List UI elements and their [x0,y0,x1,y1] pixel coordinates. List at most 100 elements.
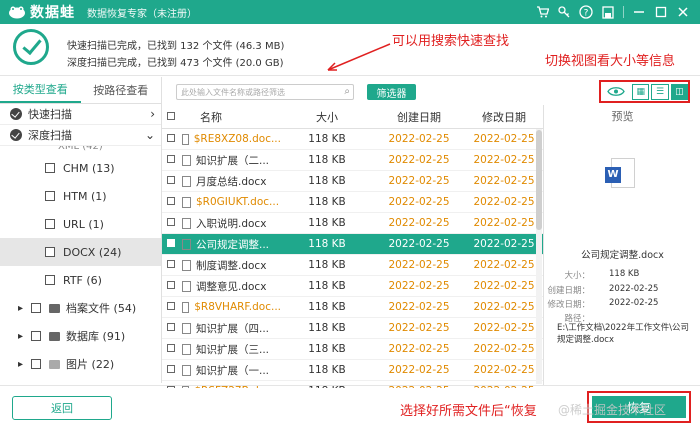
file-modified: 2022-02-25 [473,133,535,145]
table-row[interactable]: 调整意见.docx 118 KB 2022-02-25 2022-02-25 [162,276,543,297]
table-row[interactable]: 入职说明.docx 118 KB 2022-02-25 2022-02-25 [162,213,543,234]
file-modified: 2022-02-25 [473,238,535,250]
table-row[interactable]: $R8VHARF.doc... 118 KB 2022-02-25 2022-02-2… [162,297,543,318]
type-item-label: DOCX (24) [63,245,122,259]
file-name: 月度总结.docx [196,175,267,188]
list-view-icon[interactable]: ☰ [651,83,669,100]
row-checkbox[interactable] [167,197,175,205]
search-icon[interactable]: ⌕ [344,86,350,97]
preview-modified-label: 修改日期： [547,300,590,310]
chevron-down-icon[interactable]: ⌄ [145,128,155,142]
file-modified: 2022-02-25 [473,301,535,313]
row-checkbox[interactable] [167,365,175,373]
row-checkbox[interactable] [167,344,175,352]
file-modified: 2022-02-25 [473,280,535,292]
help-icon[interactable]: ? [575,0,597,24]
checkbox[interactable] [45,163,55,173]
chevron-right-icon[interactable]: ▸ [18,359,23,370]
category-archive[interactable]: ▸ 档案文件 (54) [0,294,161,322]
minimize-icon[interactable] [628,0,650,24]
search-input[interactable]: 此处输入文件名称或路径筛选 ⌕ [176,84,354,100]
row-checkbox[interactable] [167,281,175,289]
table-row[interactable]: 知识扩展（二... 118 KB 2022-02-25 2022-02-25 [162,150,543,171]
checkbox[interactable] [45,275,55,285]
table-row[interactable]: $R0GIUKT.doc... 118 KB 2022-02-25 2022-02-2… [162,192,543,213]
checkbox[interactable] [31,303,42,313]
annotation-arrow-icon [327,43,391,71]
grid-view-icon[interactable]: ▦ [632,83,650,100]
row-checkbox[interactable] [167,155,175,163]
word-logo-icon: W [605,167,621,183]
image-icon [49,359,61,369]
maximize-icon[interactable] [650,0,672,24]
filter-button[interactable]: 筛选器 [367,84,416,100]
chevron-right-icon[interactable]: › [150,107,155,121]
table-row[interactable]: 制度调整.docx 118 KB 2022-02-25 2022-02-25 [162,255,543,276]
row-checkbox[interactable] [167,302,175,310]
chevron-right-icon[interactable]: ▸ [18,331,23,342]
deep-scan-node[interactable]: 深度扫描 ⌄ [0,125,161,146]
row-checkbox[interactable] [167,239,175,247]
quick-scan-label: 快速扫描 [28,108,72,121]
title-bar: 数据蛙 数据恢复专家（未注册） ? [0,0,700,24]
type-item-label: CHM (13) [63,161,115,175]
row-checkbox[interactable] [167,260,175,268]
back-button[interactable]: 返回 [12,396,112,420]
header-size[interactable]: 大小 [281,109,373,125]
type-item-docx[interactable]: DOCX (24) [0,238,161,266]
table-header: 名称 大小 创建日期 修改日期 [162,105,543,129]
file-size: 118 KB [308,133,346,145]
file-modified: 2022-02-25 [473,259,535,271]
checkbox[interactable] [31,359,42,369]
chevron-right-icon[interactable]: ▸ [18,303,23,314]
file-icon [182,280,191,292]
scrollbar-thumb[interactable] [536,130,542,230]
tab-by-path[interactable]: 按路径查看 [81,77,162,103]
detail-view-icon[interactable]: ◫ [670,83,688,100]
table-row[interactable]: 公司规定调整... 118 KB 2022-02-25 2022-02-25 [162,234,543,255]
type-item-url[interactable]: URL (1) [0,210,161,238]
save-icon[interactable] [597,0,619,24]
checkbox[interactable] [45,191,55,201]
checkbox[interactable] [45,219,55,229]
file-modified: 2022-02-25 [473,343,535,355]
table-row[interactable]: 知识扩展（一... 118 KB 2022-02-25 2022-02-25 [162,360,543,381]
deep-scan-status: 深度扫描已完成，已找到 473 个文件 (20.0 GB) [67,58,284,69]
type-item-htm[interactable]: HTM (1) [0,182,161,210]
table-row[interactable]: 月度总结.docx 118 KB 2022-02-25 2022-02-25 [162,171,543,192]
category-images[interactable]: ▸ 图片 (22) [0,350,161,378]
svg-text:?: ? [584,9,589,19]
file-size: 118 KB [308,301,346,313]
file-size: 118 KB [308,343,346,355]
select-all-checkbox[interactable] [167,112,175,120]
table-row[interactable]: $RE8XZ08.doc... 118 KB 2022-02-25 2022-02-2… [162,129,543,150]
file-icon [182,133,189,145]
cart-icon[interactable] [531,0,553,24]
type-item-chm[interactable]: CHM (13) [0,154,161,182]
preview-created-label: 创建日期： [547,286,590,296]
row-checkbox[interactable] [167,176,175,184]
row-checkbox[interactable] [167,134,175,142]
check-radio-icon[interactable] [10,108,22,120]
tab-by-type[interactable]: 按类型查看 [0,77,81,103]
close-icon[interactable] [672,0,694,24]
header-modified[interactable]: 修改日期 [465,109,543,125]
category-database[interactable]: ▸ 数据库 (91) [0,322,161,350]
quick-scan-node[interactable]: 快速扫描 › [0,104,161,125]
table-row[interactable]: 知识扩展（四... 118 KB 2022-02-25 2022-02-25 [162,318,543,339]
file-created: 2022-02-25 [388,322,450,334]
check-radio-icon[interactable] [10,129,22,141]
file-icon [182,238,191,250]
key-icon[interactable] [553,0,575,24]
eye-icon[interactable] [605,84,626,100]
table-row[interactable]: 知识扩展（三... 118 KB 2022-02-25 2022-02-25 [162,339,543,360]
type-item-rtf[interactable]: RTF (6) [0,266,161,294]
row-checkbox[interactable] [167,218,175,226]
checkbox[interactable] [45,247,55,257]
checkbox[interactable] [31,331,42,341]
row-checkbox[interactable] [167,323,175,331]
header-created[interactable]: 创建日期 [373,109,465,125]
file-table: 名称 大小 创建日期 修改日期 $RE8XZ08.doc... 118 KB 202… [162,105,543,388]
header-name[interactable]: 名称 [176,109,281,125]
file-name: 制度调整.docx [196,259,267,272]
